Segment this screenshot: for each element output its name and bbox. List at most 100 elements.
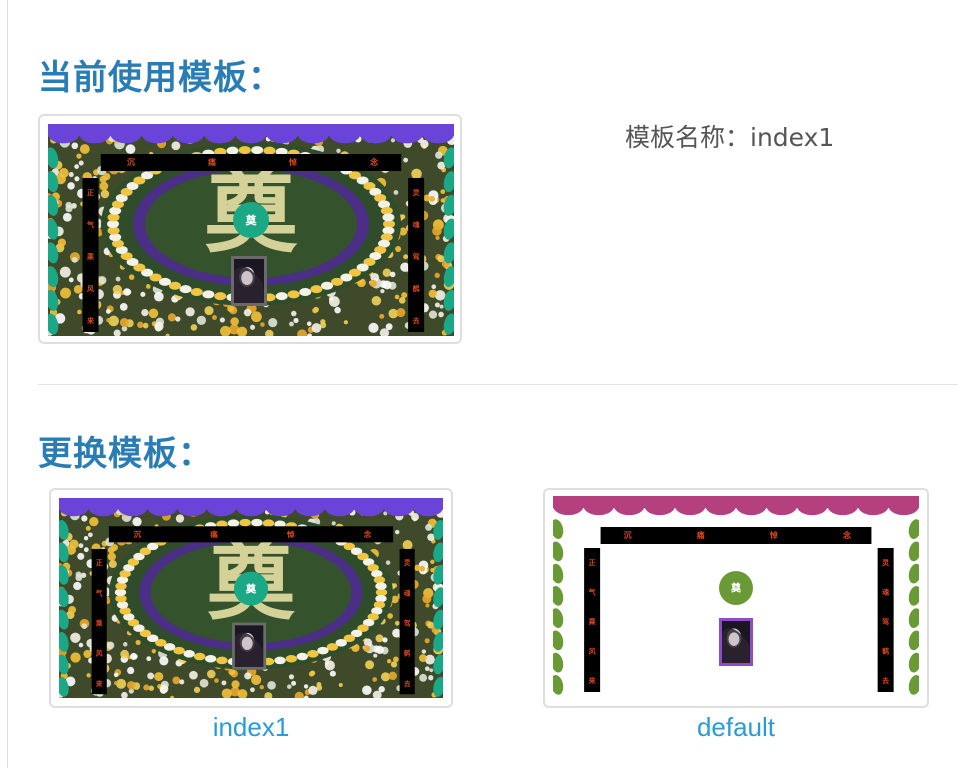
flower: [83, 536, 89, 541]
template-name-value: index1: [750, 123, 835, 152]
flower: [98, 276, 107, 285]
left-banner-char: 气: [86, 220, 94, 229]
left-border: [7, 0, 8, 768]
top-banner-char: 痛: [207, 157, 216, 167]
flower: [196, 315, 207, 325]
flower: [221, 680, 227, 686]
flower: [79, 144, 90, 155]
flower: [423, 194, 431, 202]
left-banner-char: 正: [87, 188, 94, 197]
flower: [86, 673, 91, 678]
flower: [185, 307, 195, 317]
flower: [69, 539, 79, 549]
flower: [231, 680, 240, 689]
left-banner-char: 来: [95, 679, 103, 688]
flower: [100, 189, 110, 199]
flower: [382, 280, 392, 290]
flower: [159, 684, 169, 694]
top-banner-char: 念: [363, 529, 372, 539]
flower: [440, 198, 445, 203]
flower: [199, 678, 209, 688]
flower: [329, 670, 336, 677]
flower: [78, 642, 84, 648]
flower: [331, 521, 336, 526]
flower: [439, 304, 444, 309]
flower: [395, 246, 402, 253]
template-link-default[interactable]: default: [543, 712, 929, 743]
template-name-line: 模板名称：index1: [625, 118, 834, 154]
flower: [102, 172, 111, 181]
wreath-bloom: [251, 146, 264, 155]
left-banner-char: 正: [589, 558, 596, 567]
flower: [179, 679, 185, 685]
top-banner-char: 沉: [624, 530, 632, 540]
flower: [135, 639, 141, 646]
flower: [107, 552, 116, 561]
flower: [73, 285, 83, 294]
left-banner-char: 正: [96, 559, 103, 567]
flower: [74, 164, 79, 169]
flower: [148, 685, 155, 691]
flower: [71, 142, 79, 150]
flower: [167, 313, 177, 322]
flower: [172, 676, 181, 685]
flower: [421, 649, 427, 654]
flower: [65, 201, 72, 209]
flower: [219, 317, 225, 323]
top-banner-char: 悼: [288, 157, 297, 167]
flower: [402, 540, 413, 550]
flower: [440, 189, 446, 195]
flower: [308, 671, 315, 677]
flower: [119, 318, 129, 327]
flower: [303, 684, 309, 689]
flower: [428, 310, 438, 319]
template-card-index1[interactable]: 奠沉痛悼念正气乘风来灵魂驾鹤去奠: [49, 488, 453, 708]
portrait-face-inner: [241, 636, 253, 650]
flower: [420, 139, 429, 149]
flower: [175, 316, 181, 322]
flower: [386, 658, 392, 664]
flower: [362, 685, 372, 696]
right-banner-char: 驾: [881, 617, 889, 626]
left-banner-char: 风: [87, 284, 94, 293]
flower: [127, 666, 135, 675]
top-banner-char: 痛: [209, 529, 218, 539]
flower: [159, 656, 169, 666]
flower: [128, 274, 135, 280]
right-banner-char: 去: [404, 679, 411, 688]
flower: [378, 685, 385, 693]
plain-white-thumbnail: 沉 痛 悼 念正气乘风来 灵魂驾鹤去 奠: [553, 496, 919, 696]
left-banner-char: 乘: [588, 617, 597, 626]
flower: [60, 287, 71, 299]
flower: [105, 309, 111, 314]
right-banner-char: 鹤: [882, 647, 889, 656]
template-card-default[interactable]: 沉 痛 悼 念正气乘风来 灵魂驾鹤去 奠: [543, 488, 929, 708]
flower: [411, 168, 422, 180]
right-banner-char: 魂: [404, 588, 411, 597]
wreath-bloom: [310, 285, 323, 294]
template-link-index1[interactable]: index1: [49, 712, 453, 743]
wreath-bloom: [296, 652, 308, 661]
flower: [394, 620, 400, 626]
right-banner-char: 灵: [413, 188, 421, 197]
top-banner-char: 沉: [134, 529, 142, 539]
flower: [114, 681, 119, 686]
flower: [373, 653, 378, 658]
wreath-bloom: [321, 281, 334, 290]
wreath-bloom: [238, 146, 251, 155]
flower: [78, 160, 84, 166]
section-divider: [38, 384, 958, 385]
flower: [395, 529, 400, 535]
flower: [76, 153, 82, 159]
flower: [147, 672, 155, 680]
wreath-bloom: [251, 518, 263, 527]
flower: [108, 560, 117, 569]
flower: [438, 311, 444, 318]
flower: [81, 515, 88, 522]
flower: [403, 157, 409, 163]
left-banner-char: 乘: [95, 618, 103, 627]
right-banner-char: 去: [413, 316, 420, 325]
right-banner-char: 魂: [413, 220, 420, 229]
flower: [123, 288, 131, 296]
flower: [369, 279, 377, 288]
